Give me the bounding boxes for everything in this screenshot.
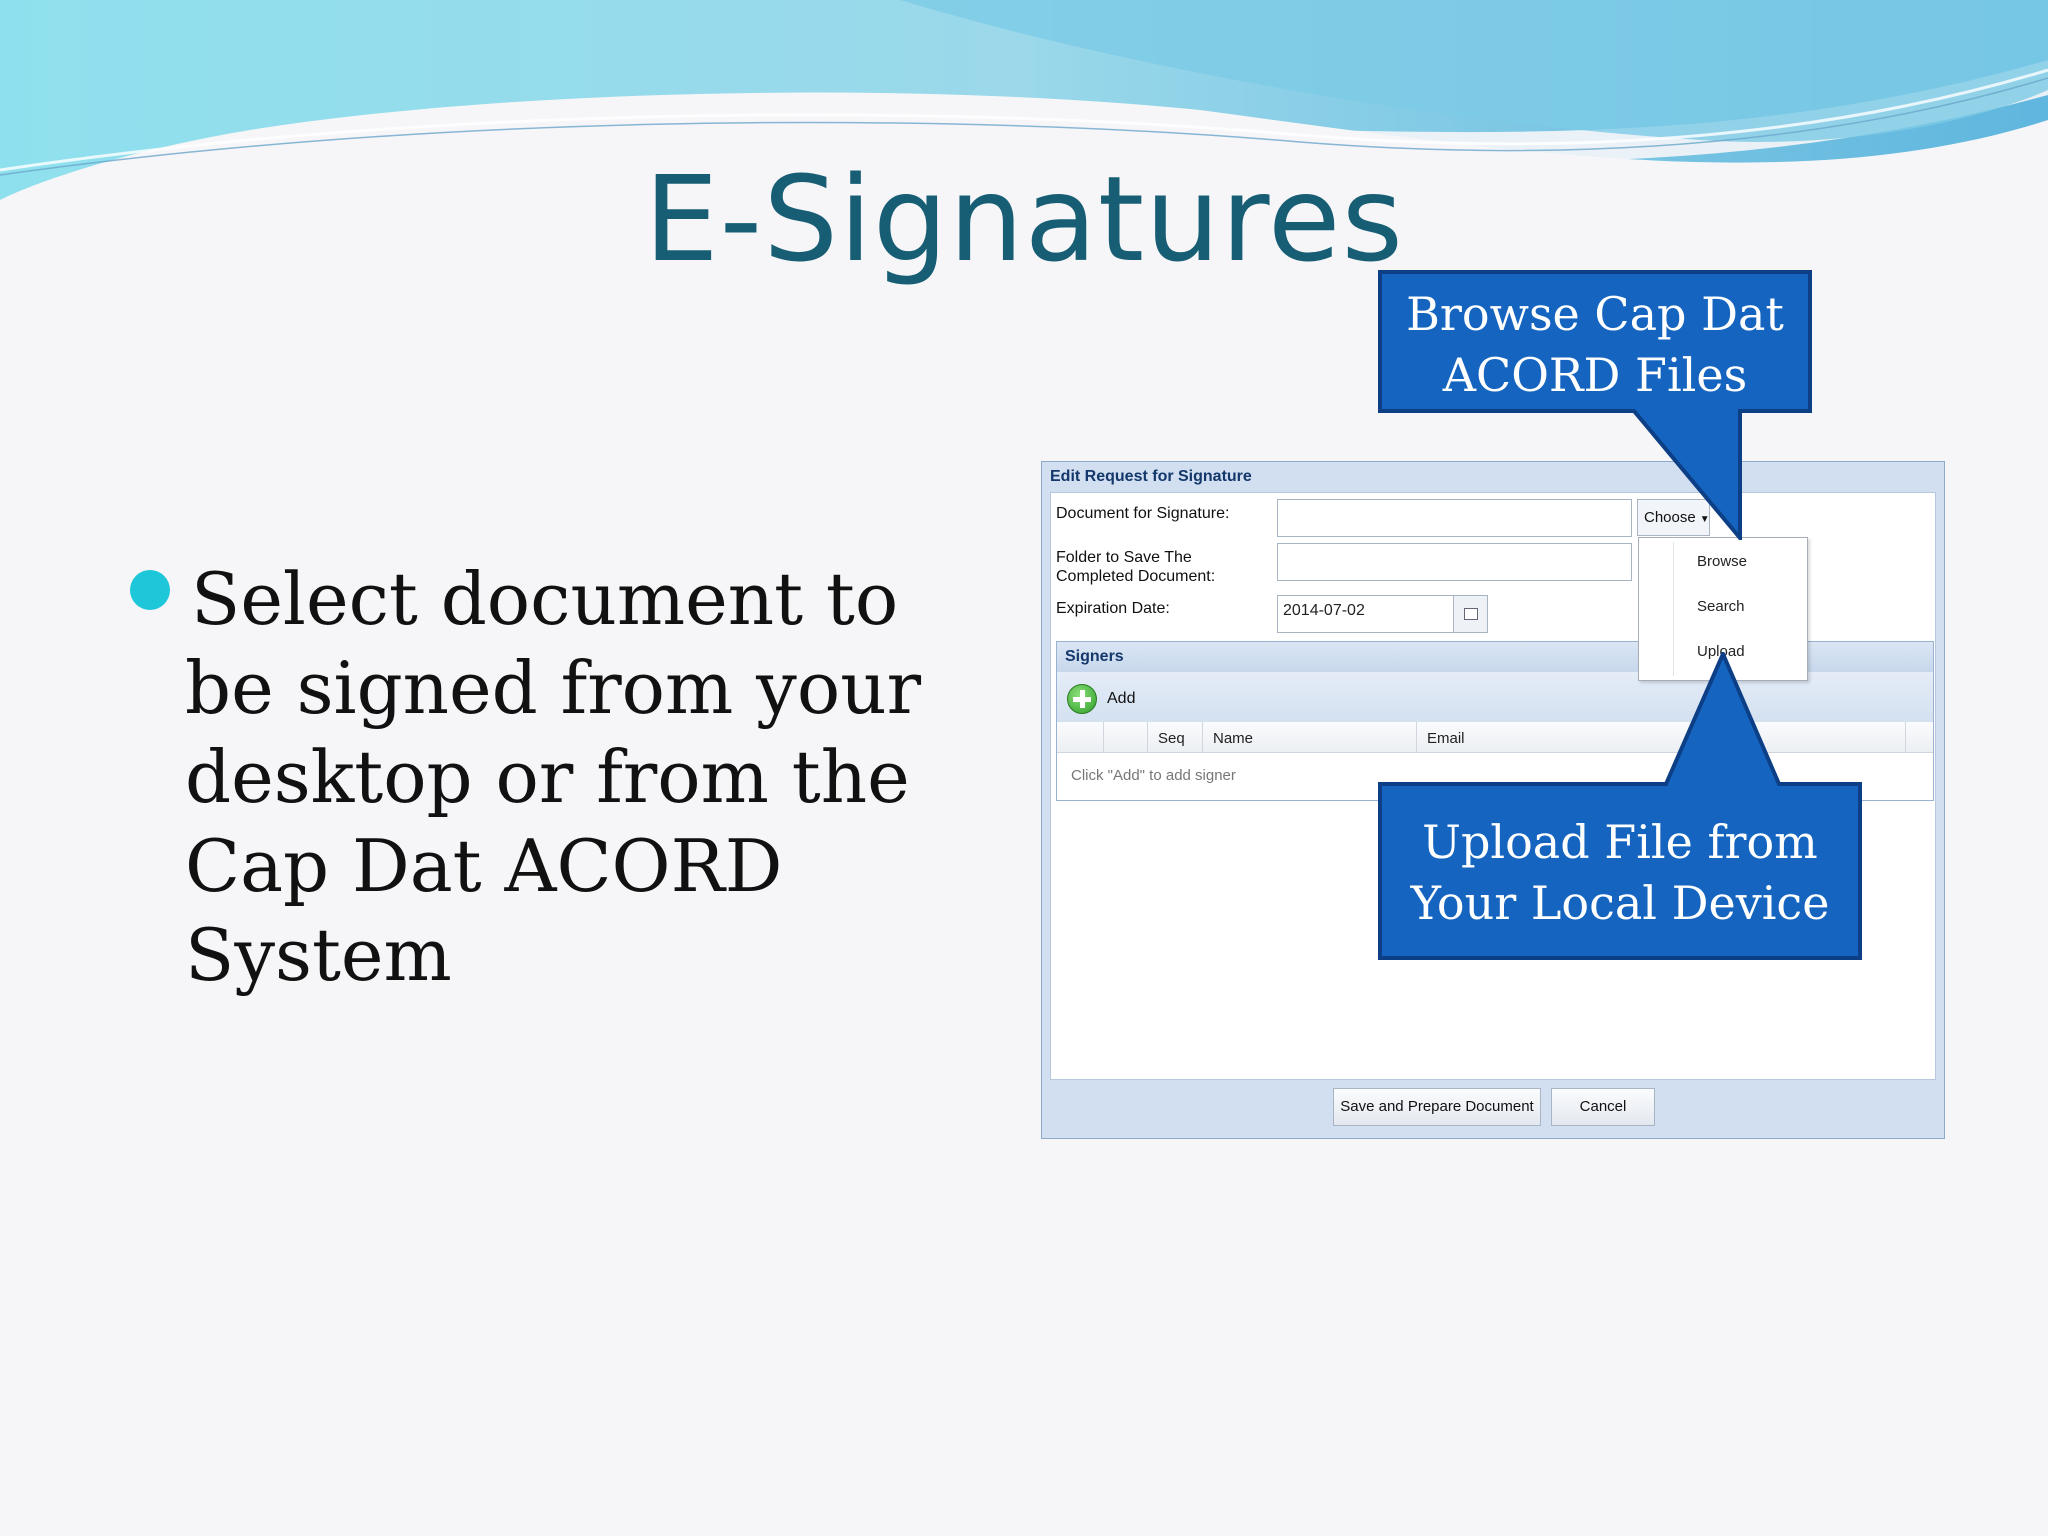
browse-callout-line2: ACORD Files: [1442, 348, 1748, 402]
grid-divider: [1905, 722, 1906, 752]
date-picker-button[interactable]: [1453, 595, 1488, 633]
dialog-title: Edit Request for Signature: [1050, 468, 1252, 485]
grid-divider: [1202, 722, 1203, 752]
upload-callout-line2: Your Local Device: [1410, 876, 1830, 930]
column-seq[interactable]: Seq: [1158, 730, 1185, 747]
save-and-prepare-button[interactable]: Save and Prepare Document: [1333, 1088, 1541, 1126]
bullet-text: Select document to be signed from your d…: [185, 557, 921, 997]
grid-divider: [1147, 722, 1148, 752]
cancel-button[interactable]: Cancel: [1551, 1088, 1655, 1126]
slide-title: E-Signatures: [644, 150, 1404, 288]
add-signer-button[interactable]: Add: [1107, 690, 1135, 708]
bullet-icon: [130, 570, 170, 610]
menu-item-browse[interactable]: Browse: [1697, 553, 1747, 570]
empty-signers-text: Click "Add" to add signer: [1071, 767, 1236, 784]
menu-item-search[interactable]: Search: [1697, 598, 1745, 615]
grid-divider: [1103, 722, 1104, 752]
folder-field[interactable]: [1277, 543, 1632, 581]
expiration-date-field[interactable]: 2014-07-02: [1277, 595, 1454, 633]
folder-label-line1: Folder to Save The: [1056, 549, 1192, 566]
column-name[interactable]: Name: [1213, 730, 1253, 747]
folder-label-line2: Completed Document:: [1056, 568, 1216, 585]
add-icon[interactable]: [1067, 684, 1097, 714]
browse-callout-line1: Browse Cap Dat: [1406, 287, 1784, 341]
upload-callout-line1: Upload File from: [1422, 815, 1818, 869]
expiration-label: Expiration Date:: [1056, 600, 1170, 617]
document-label: Document for Signature:: [1056, 505, 1230, 522]
calendar-icon: [1464, 608, 1478, 620]
